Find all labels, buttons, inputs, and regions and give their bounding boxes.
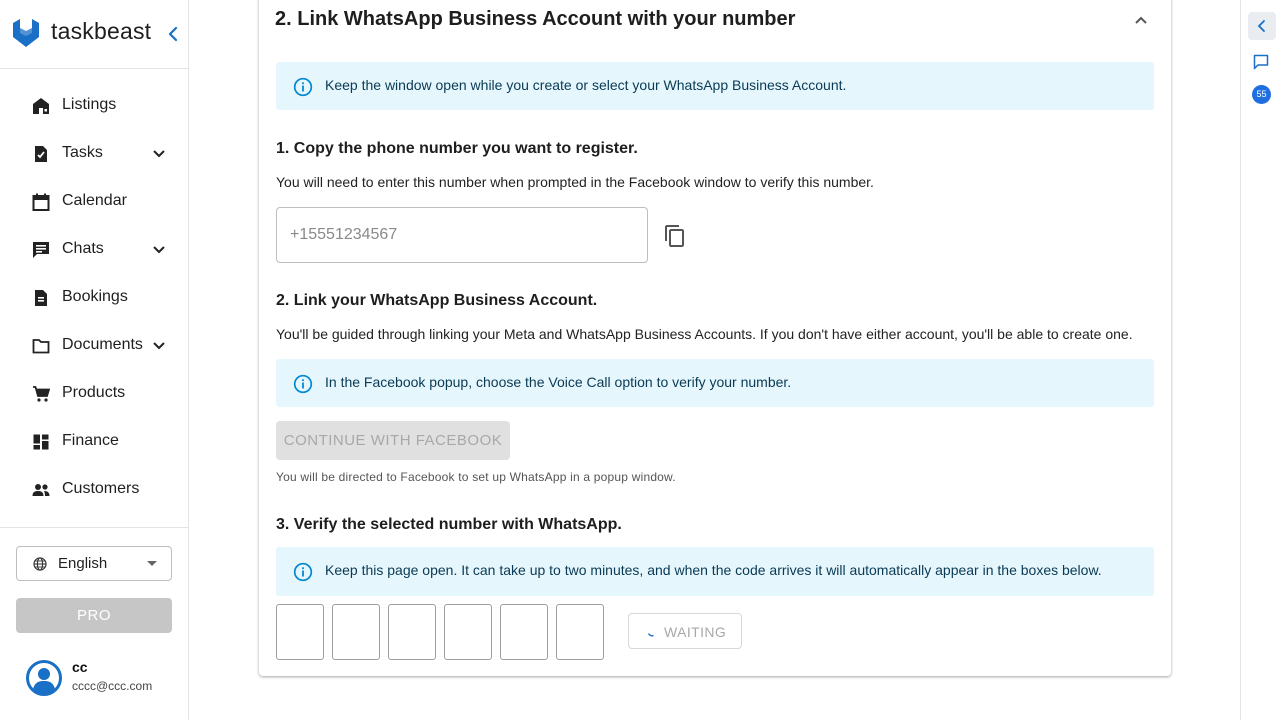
right-rail: 55: [1240, 0, 1280, 720]
info-text: In the Facebook popup, choose the Voice …: [325, 374, 792, 390]
step1-heading: 1. Copy the phone number you want to reg…: [276, 140, 638, 157]
chevron-up-icon[interactable]: [1133, 12, 1149, 28]
info-icon: [293, 77, 313, 97]
code-digit-input-2[interactable]: [333, 605, 379, 659]
language-label: English: [58, 555, 108, 572]
code-digit-input-1[interactable]: [277, 605, 323, 659]
chat-icon: [33, 242, 49, 258]
chevron-left-icon: [1257, 20, 1265, 32]
section-title: 2. Link WhatsApp Business Account with y…: [275, 8, 796, 30]
nav-item-listings[interactable]: Listings: [0, 82, 188, 130]
dropdown-arrow-icon: [147, 561, 157, 566]
nav-item-finance[interactable]: Finance: [0, 418, 188, 466]
waiting-label: WAITING: [664, 624, 727, 640]
code-digit-box[interactable]: [332, 604, 380, 660]
loading-spinner-icon: [647, 633, 654, 637]
nav-label-finance: Finance: [62, 432, 119, 449]
nav-item-customers[interactable]: Customers: [0, 466, 188, 514]
step1-text: You will need to enter this number when …: [276, 174, 874, 190]
language-select[interactable]: English: [16, 546, 172, 581]
folder-icon: [32, 339, 50, 354]
info-text: Keep the window open while you create or…: [325, 77, 847, 93]
globe-icon: [33, 557, 47, 571]
facebook-caption: You will be directed to Facebook to set …: [276, 470, 676, 484]
nav-label-bookings: Bookings: [62, 288, 128, 305]
nav-item-documents[interactable]: Documents: [0, 322, 188, 370]
nav-item-bookings[interactable]: Bookings: [0, 274, 188, 322]
copy-icon[interactable]: [663, 224, 687, 248]
main-nav: Listings Tasks Calendar Chats Bookings D…: [0, 82, 188, 514]
pro-button[interactable]: PRO: [16, 598, 172, 633]
message-icon[interactable]: [1253, 54, 1269, 70]
task-check-icon: [35, 146, 47, 162]
nav-label-calendar: Calendar: [62, 192, 127, 209]
code-digit-box[interactable]: [500, 604, 548, 660]
user-name: cc: [72, 659, 88, 675]
user-avatar-icon[interactable]: [26, 660, 62, 696]
info-alert-window-open: Keep the window open while you create or…: [276, 62, 1154, 110]
link-whatsapp-section: 2. Link WhatsApp Business Account with y…: [259, 0, 1171, 676]
code-digit-box[interactable]: [556, 604, 604, 660]
nav-label-documents: Documents: [62, 336, 143, 353]
sidebar-footer: English PRO cc cccc@ccc.com: [0, 527, 188, 720]
code-digit-input-6[interactable]: [557, 605, 603, 659]
cart-icon: [33, 386, 50, 402]
continue-with-facebook-button[interactable]: CONTINUE WITH FACEBOOK: [276, 421, 510, 460]
code-digit-input-5[interactable]: [501, 605, 547, 659]
nav-label-customers: Customers: [62, 480, 140, 497]
expand-panel-button[interactable]: [1248, 12, 1276, 40]
brand-header: taskbeast: [0, 0, 188, 69]
chevron-down-icon[interactable]: [150, 145, 168, 163]
calendar-icon: [32, 193, 50, 211]
nav-item-calendar[interactable]: Calendar: [0, 178, 188, 226]
step3-heading: 3. Verify the selected number with Whats…: [276, 516, 622, 533]
phone-number-field[interactable]: [276, 207, 648, 263]
nav-label-products: Products: [62, 384, 126, 401]
info-text: Keep this page open. It can take up to t…: [325, 562, 1102, 578]
info-icon: [293, 562, 313, 582]
waiting-button[interactable]: WAITING: [628, 613, 742, 649]
sidebar: taskbeast Listings Tasks Calendar Chats …: [0, 0, 189, 720]
code-digit-box[interactable]: [444, 604, 492, 660]
step2-heading: 2. Link your WhatsApp Business Account.: [276, 292, 598, 309]
phone-number-input[interactable]: [278, 209, 646, 261]
brand-name: taskbeast: [51, 18, 152, 44]
code-digit-input-3[interactable]: [389, 605, 435, 659]
info-alert-keep-open: Keep this page open. It can take up to t…: [276, 547, 1154, 596]
nav-item-products[interactable]: Products: [0, 370, 188, 418]
chevron-down-icon[interactable]: [150, 337, 168, 355]
code-digit-box[interactable]: [276, 604, 324, 660]
nav-item-tasks[interactable]: Tasks: [0, 130, 188, 178]
code-digit-input-4[interactable]: [445, 605, 491, 659]
nav-label-listings: Listings: [62, 96, 117, 113]
step2-text: You'll be guided through linking your Me…: [276, 326, 1133, 342]
document-icon: [35, 290, 47, 306]
nav-label-tasks: Tasks: [62, 144, 103, 161]
chevron-down-icon[interactable]: [150, 241, 168, 259]
info-icon: [293, 374, 313, 394]
user-email: cccc@ccc.com: [72, 679, 153, 693]
store-icon: [33, 98, 49, 114]
collapse-sidebar-chevron-icon[interactable]: [164, 24, 182, 44]
code-digit-box[interactable]: [388, 604, 436, 660]
info-alert-voice-call: In the Facebook popup, choose the Voice …: [276, 359, 1154, 407]
people-icon: [32, 484, 50, 496]
nav-item-chats[interactable]: Chats: [0, 226, 188, 274]
notification-badge[interactable]: 55: [1252, 85, 1271, 104]
dashboard-icon: [33, 434, 49, 450]
nav-label-chats: Chats: [62, 240, 104, 257]
taskbeast-logo-icon: [13, 19, 39, 47]
